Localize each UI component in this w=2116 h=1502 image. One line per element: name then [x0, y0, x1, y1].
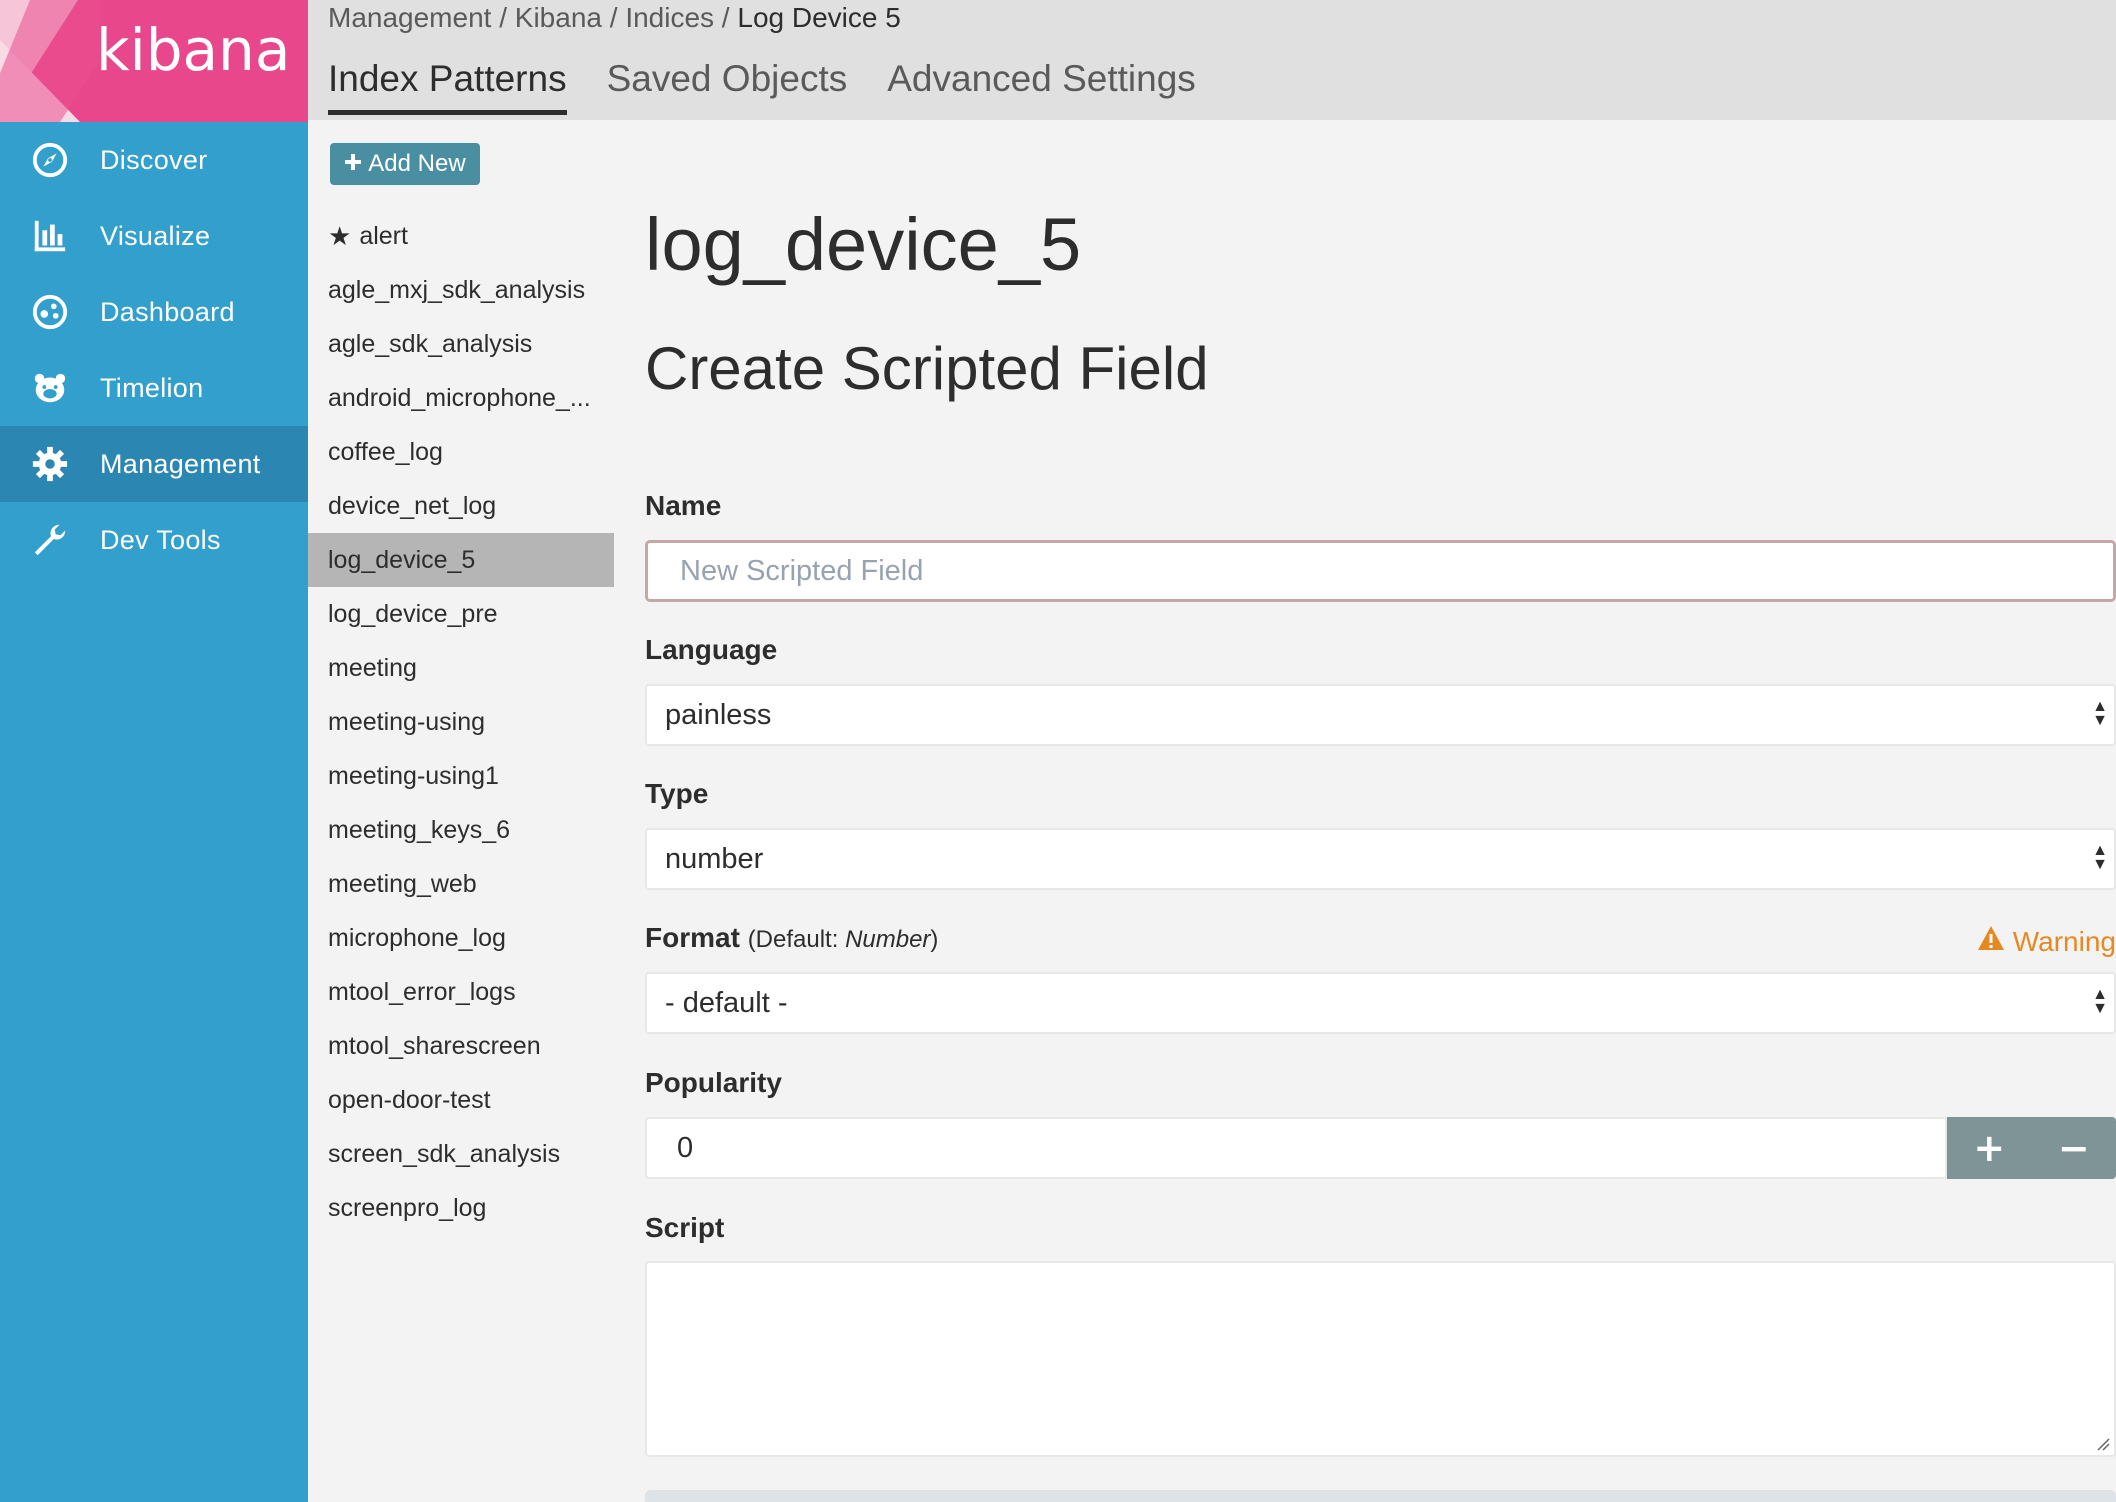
sidebar-item-label: Dev Tools — [100, 524, 221, 555]
dashboard-icon — [0, 293, 100, 331]
type-value: number — [665, 842, 764, 875]
list-item[interactable]: meeting_web — [308, 857, 614, 911]
breadcrumb-management[interactable]: Management — [328, 2, 491, 33]
sidebar-item-label: Visualize — [100, 220, 211, 251]
list-item[interactable]: microphone_log — [308, 911, 614, 965]
compass-icon — [0, 141, 100, 179]
script-label: Script — [645, 1212, 725, 1243]
list-item[interactable]: open-door-test — [308, 1073, 614, 1127]
breadcrumb-indices[interactable]: Indices — [625, 2, 714, 33]
list-item[interactable]: meeting — [308, 641, 614, 695]
format-label: Format (Default: Number) — [645, 922, 938, 954]
language-label: Language — [645, 634, 778, 665]
breadcrumb: Management / Kibana / Indices / Log Devi… — [328, 2, 901, 34]
sidebar-item-label: Discover — [100, 144, 208, 175]
popularity-label: Popularity — [645, 1067, 782, 1098]
next-section-edge — [645, 1490, 2116, 1502]
breadcrumb-separator: / — [491, 2, 515, 33]
timelion-bear-icon — [0, 369, 100, 407]
name-input[interactable]: New Scripted Field — [645, 540, 2116, 602]
list-item[interactable]: mtool_sharescreen — [308, 1019, 614, 1073]
name-label: Name — [645, 490, 722, 521]
increment-button[interactable]: + — [1947, 1117, 2032, 1179]
top-header: Management / Kibana / Indices / Log Devi… — [308, 0, 2116, 120]
list-item[interactable]: agle_sdk_analysis — [308, 317, 614, 371]
list-item[interactable]: agle_mxj_sdk_analysis — [308, 263, 614, 317]
kibana-logo[interactable]: kibana — [0, 0, 308, 122]
list-item[interactable]: screen_sdk_analysis — [308, 1127, 614, 1181]
format-value: - default - — [665, 986, 788, 1019]
breadcrumb-kibana[interactable]: Kibana — [515, 2, 602, 33]
star-icon: ★ — [328, 220, 352, 251]
sidebar-nav: Discover Visualize Dashboard Timelion Ma… — [0, 122, 308, 578]
add-new-label: Add New — [368, 150, 466, 177]
add-new-button[interactable]: Add New — [330, 143, 480, 185]
breadcrumb-separator: / — [714, 2, 738, 33]
list-item[interactable]: device_net_log — [308, 479, 614, 533]
format-hint: (Default: Number) — [748, 926, 939, 953]
list-item[interactable]: screenpro_log — [308, 1181, 614, 1235]
list-item[interactable]: log_device_pre — [308, 587, 614, 641]
index-title: log_device_5 — [645, 203, 1082, 286]
format-label-text: Format — [645, 922, 740, 953]
management-tabs: Index Patterns Saved Objects Advanced Se… — [328, 58, 1196, 115]
format-warning[interactable]: Warning — [1977, 925, 2116, 958]
format-hint-prefix: (Default: — [747, 926, 846, 953]
list-item[interactable]: mtool_error_logs — [308, 965, 614, 1019]
list-item[interactable]: coffee_log — [308, 425, 614, 479]
language-value: painless — [665, 698, 772, 731]
resize-handle-icon[interactable] — [2096, 1437, 2110, 1451]
sidebar-item-visualize[interactable]: Visualize — [0, 198, 308, 274]
breadcrumb-current: Log Device 5 — [737, 2, 901, 33]
sidebar-item-dev-tools[interactable]: Dev Tools — [0, 502, 308, 578]
sidebar-item-label: Management — [100, 448, 261, 479]
format-hint-suffix: ) — [930, 926, 939, 953]
sidebar-item-timelion[interactable]: Timelion — [0, 350, 308, 426]
bar-chart-icon — [0, 217, 100, 255]
popularity-input[interactable]: 0 — [645, 1117, 1947, 1179]
tab-saved-objects[interactable]: Saved Objects — [607, 58, 848, 115]
sidebar-item-dashboard[interactable]: Dashboard — [0, 274, 308, 350]
popularity-stepper: + − — [1947, 1117, 2116, 1179]
index-pattern-list: ★ alert agle_mxj_sdk_analysis agle_sdk_an… — [308, 209, 614, 1235]
decrement-button[interactable]: − — [2032, 1117, 2116, 1179]
type-select[interactable]: number ▲ ▼ — [645, 828, 2116, 890]
sidebar-item-discover[interactable]: Discover — [0, 122, 308, 198]
logo-text: kibana — [96, 16, 291, 84]
list-item-alert[interactable]: ★ alert — [308, 209, 614, 263]
select-arrows-icon: ▲ ▼ — [2092, 986, 2108, 1017]
list-item[interactable]: meeting_keys_6 — [308, 803, 614, 857]
type-label: Type — [645, 778, 709, 809]
page-title: Create Scripted Field — [645, 335, 1209, 402]
breadcrumb-separator: / — [601, 2, 626, 33]
list-item[interactable]: meeting-using1 — [308, 749, 614, 803]
select-arrows-icon: ▲ ▼ — [2092, 698, 2108, 729]
format-hint-value: Number — [845, 926, 931, 953]
wrench-icon — [0, 521, 100, 559]
list-item[interactable]: android_microphone_... — [308, 371, 614, 425]
sidebar-item-label: Timelion — [100, 372, 204, 403]
gear-icon — [0, 445, 100, 483]
language-select[interactable]: painless ▲ ▼ — [645, 684, 2116, 746]
warning-label: Warning — [2012, 925, 2116, 957]
list-item[interactable]: meeting-using — [308, 695, 614, 749]
tab-index-patterns[interactable]: Index Patterns — [328, 58, 567, 115]
sidebar: kibana Discover Visualize Dashboard Time… — [0, 0, 308, 1502]
select-arrows-icon: ▲ ▼ — [2092, 842, 2108, 873]
plus-icon — [344, 150, 362, 178]
tab-advanced-settings[interactable]: Advanced Settings — [887, 58, 1196, 115]
list-item-selected[interactable]: log_device_5 — [308, 533, 614, 587]
list-item-label: alert — [359, 221, 408, 250]
script-textarea[interactable] — [645, 1261, 2116, 1457]
sidebar-item-label: Dashboard — [100, 296, 235, 327]
warning-icon — [1977, 925, 2005, 958]
format-select[interactable]: - default - ▲ ▼ — [645, 972, 2116, 1034]
sidebar-item-management[interactable]: Management — [0, 426, 308, 502]
